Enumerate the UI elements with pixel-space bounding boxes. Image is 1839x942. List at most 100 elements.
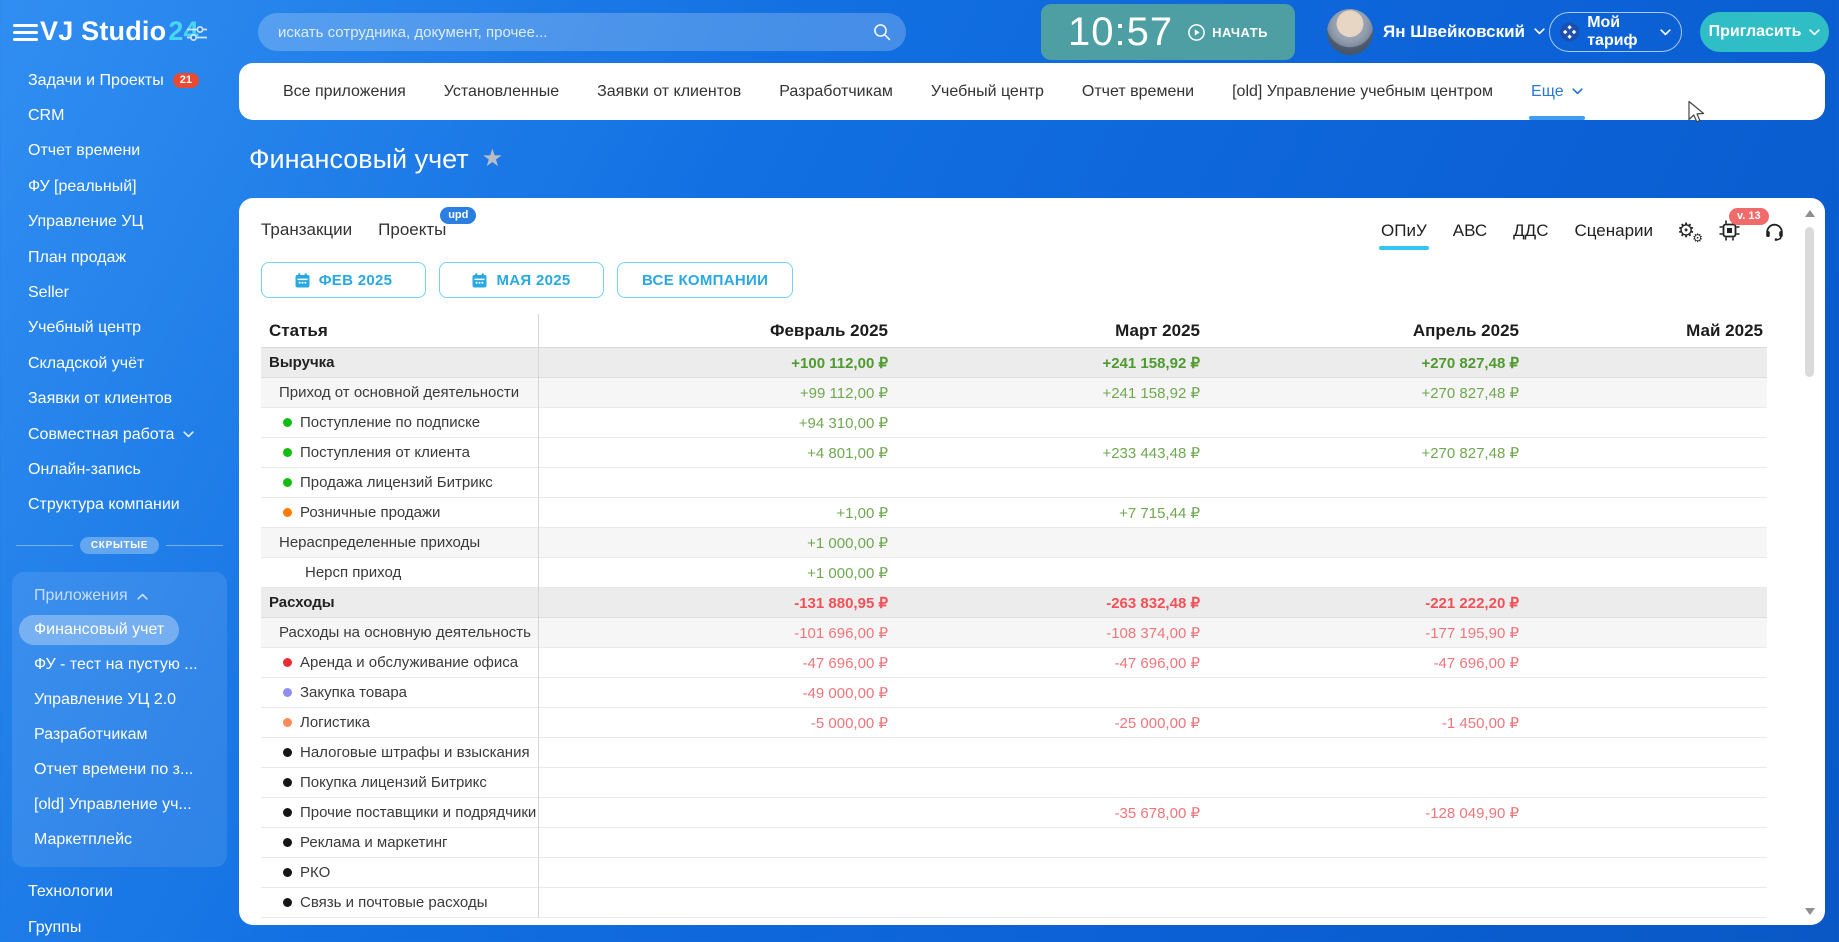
sidebar-item-label: Отчет времени bbox=[28, 142, 141, 160]
start-workday-button[interactable]: НАЧАТЬ bbox=[1188, 23, 1268, 41]
user-menu[interactable]: Ян Швейковский bbox=[1383, 0, 1545, 63]
app-tab[interactable]: Еще bbox=[1529, 63, 1585, 120]
time-tracker-widget[interactable]: 10:57 НАЧАТЬ bbox=[1041, 4, 1295, 60]
report-tab[interactable]: ДДС bbox=[1513, 221, 1548, 241]
table-row[interactable]: Расходы на основную деятельность -101 696… bbox=[261, 618, 1767, 648]
search-input[interactable] bbox=[258, 13, 906, 51]
table-row[interactable]: Аренда и обслуживание офиса -47 696,00 ₽ -… bbox=[261, 648, 1767, 678]
scrollbar-thumb[interactable] bbox=[1805, 227, 1814, 377]
app-tab[interactable]: Учебный центр bbox=[931, 63, 1044, 120]
filter-button[interactable]: ВСЕ КОМПАНИИ bbox=[617, 262, 794, 298]
sidebar-app-item[interactable]: Финансовый учет bbox=[12, 612, 227, 647]
sidebar-app-item[interactable]: Отчет времени по з... bbox=[12, 752, 227, 787]
invite-button[interactable]: Пригласить bbox=[1700, 12, 1829, 52]
apps-group-header[interactable]: Приложения bbox=[12, 580, 227, 612]
avatar[interactable] bbox=[1327, 9, 1373, 55]
amount-cell: +1 000,00 ₽ bbox=[807, 534, 888, 552]
article-cell: Логистика bbox=[261, 714, 538, 731]
support-headset-icon[interactable] bbox=[1764, 220, 1785, 241]
sidebar: Задачи и Проекты 21 CRM Отчет времени ФУ [ре… bbox=[0, 63, 239, 942]
app-tab[interactable]: Установленные bbox=[444, 63, 559, 120]
report-tab[interactable]: ОПиУ bbox=[1379, 221, 1429, 250]
table-row[interactable]: Связь и почтовые расходы bbox=[261, 888, 1767, 918]
amount-cell: -128 049,90 ₽ bbox=[1425, 804, 1519, 822]
table-row[interactable]: Поступление по подписке +94 310,00 ₽ bbox=[261, 408, 1767, 438]
favorite-star-icon[interactable]: ★ bbox=[482, 147, 504, 171]
filter-button[interactable]: ФЕВ 2025 bbox=[261, 262, 426, 298]
app-tab[interactable]: Все приложения bbox=[283, 63, 406, 120]
article-label: Нераспределенные приходы bbox=[279, 534, 481, 551]
sidebar-item[interactable]: Складской учёт bbox=[0, 346, 239, 381]
report-tab[interactable]: Сценарии bbox=[1574, 221, 1653, 241]
app-tab[interactable]: Отчет времени bbox=[1082, 63, 1194, 120]
table-row[interactable]: Продажа лицензий Битрикс bbox=[261, 468, 1767, 498]
sidebar-item[interactable]: ФУ [реальный] bbox=[0, 169, 239, 204]
article-cell: Покупка лицензий Битрикс bbox=[261, 774, 538, 791]
table-row[interactable]: Прочие поставщики и подрядчики -35 678,00… bbox=[261, 798, 1767, 828]
table-row[interactable]: Нерсп приход +1 000,00 ₽ bbox=[261, 558, 1767, 588]
report-tab[interactable]: АВС bbox=[1453, 221, 1487, 241]
article-cell: Расходы bbox=[261, 594, 538, 611]
debug-chip-icon[interactable]: v. 13 bbox=[1719, 208, 1769, 241]
amount-cell: +270 827,48 ₽ bbox=[1421, 444, 1519, 462]
sidebar-app-item[interactable]: [old] Управление уч... bbox=[12, 787, 227, 822]
article-label: Расходы bbox=[269, 594, 335, 611]
sidebar-item[interactable]: CRM bbox=[0, 98, 239, 133]
table-row[interactable]: Закупка товара -49 000,00 ₽ bbox=[261, 678, 1767, 708]
app-tab[interactable]: Разработчикам bbox=[779, 63, 893, 120]
search-icon[interactable] bbox=[873, 23, 891, 41]
sidebar-item[interactable]: Учебный центр bbox=[0, 311, 239, 346]
sidebar-item[interactable]: Структура компании bbox=[0, 488, 239, 523]
sidebar-footer-item[interactable]: Технологии bbox=[0, 874, 239, 910]
upd-badge: upd bbox=[440, 207, 477, 224]
sidebar-app-item[interactable]: Маркетплейс bbox=[12, 822, 227, 857]
amount-cell: -263 832,48 ₽ bbox=[1106, 594, 1200, 612]
article-label: РКО bbox=[300, 864, 331, 881]
sidebar-footer-item[interactable]: Группы bbox=[0, 910, 239, 942]
content-tab[interactable]: Транзакции bbox=[261, 220, 352, 240]
hidden-divider-label[interactable]: СКРЫТЫЕ bbox=[79, 537, 160, 555]
content-card: Транзакции Проекты upd ОПиУ АВС ДДС Сценарии … bbox=[239, 198, 1825, 925]
sidebar-footer: Технологии Группы bbox=[0, 874, 239, 942]
sidebar-item[interactable]: Задачи и Проекты 21 bbox=[0, 63, 239, 98]
sidebar-item[interactable]: Заявки от клиентов bbox=[0, 382, 239, 417]
table-row[interactable]: Выручка +100 112,00 ₽ +241 158,92 ₽ +270 82… bbox=[261, 348, 1767, 378]
table-row[interactable]: Розничные продажи +1,00 ₽ +7 715,44 ₽ bbox=[261, 498, 1767, 528]
sidebar-app-item[interactable]: Управление УЦ 2.0 bbox=[12, 682, 227, 717]
sidebar-app-item[interactable]: Разработчикам bbox=[12, 717, 227, 752]
app-tab-label: Отчет времени bbox=[1081, 82, 1195, 100]
table-row[interactable]: РКО bbox=[261, 858, 1767, 888]
sidebar-app-item[interactable]: ФУ - тест на пустую ... bbox=[12, 647, 227, 682]
sidebar-item[interactable]: Совместная работа bbox=[0, 417, 239, 452]
sidebar-item-label: Складской учёт bbox=[28, 354, 145, 372]
hamburger-menu-icon[interactable] bbox=[13, 24, 38, 41]
table-row[interactable]: Логистика -5 000,00 ₽ -25 000,00 ₽ -1 450,0… bbox=[261, 708, 1767, 738]
app-tab[interactable]: [old] Управление учебным центром bbox=[1232, 63, 1493, 120]
sliders-settings-icon[interactable] bbox=[186, 25, 208, 42]
scroll-up-arrow-icon[interactable] bbox=[1804, 210, 1815, 217]
table-row[interactable]: Нераспределенные приходы +1 000,00 ₽ bbox=[261, 528, 1767, 558]
sidebar-item[interactable]: Управление УЦ bbox=[0, 205, 239, 240]
table-row[interactable]: Реклама и маркетинг bbox=[261, 828, 1767, 858]
table-row[interactable]: Приход от основной деятельности +99 112,0… bbox=[261, 378, 1767, 408]
table-row[interactable]: Поступления от клиента +4 801,00 ₽ +233 44… bbox=[261, 438, 1767, 468]
category-dot bbox=[283, 418, 292, 427]
table-row[interactable]: Налоговые штрафы и взыскания bbox=[261, 738, 1767, 768]
sidebar-item[interactable]: Seller bbox=[0, 275, 239, 310]
filter-button[interactable]: МАЯ 2025 bbox=[439, 262, 604, 298]
content-tab[interactable]: Проекты upd bbox=[378, 207, 477, 240]
app-tab-label: Заявки от клиентов bbox=[597, 82, 742, 100]
main-area: Все приложения Установленные Заявки от кли… bbox=[239, 63, 1825, 925]
table-row[interactable]: Покупка лицензий Битрикс bbox=[261, 768, 1767, 798]
filter-button-label: ФЕВ 2025 bbox=[318, 271, 393, 289]
settings-gears-icon[interactable]: ⚙ ⚙ bbox=[1677, 221, 1703, 244]
sidebar-item[interactable]: План продаж bbox=[0, 240, 239, 275]
app-tab[interactable]: Заявки от клиентов bbox=[597, 63, 741, 120]
amount-cell: +4 801,00 ₽ bbox=[807, 444, 888, 462]
table-row[interactable]: Расходы -131 880,95 ₽ -263 832,48 ₽ -221 22… bbox=[261, 588, 1767, 618]
scroll-down-arrow-icon[interactable] bbox=[1804, 908, 1815, 915]
plan-button[interactable]: Мой тариф bbox=[1549, 12, 1682, 52]
sidebar-item[interactable]: Онлайн-запись bbox=[0, 452, 239, 487]
sidebar-item[interactable]: Отчет времени bbox=[0, 134, 239, 169]
app-logo[interactable]: VJ Studio24 bbox=[40, 16, 199, 47]
